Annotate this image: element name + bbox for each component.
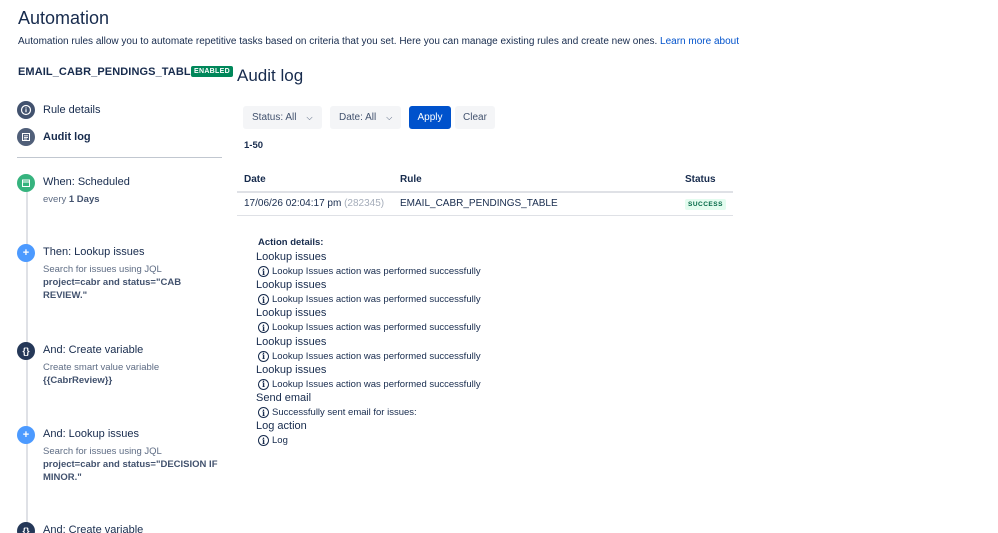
table-row-divider [237,215,733,216]
action-message: Lookup Issues action was performed succe… [272,350,481,362]
nav-label-audit-log: Audit log [43,131,91,143]
page-title: Automation [18,8,110,28]
action-entry: Log action i Log [256,420,307,447]
action-name: Lookup issues [256,335,327,348]
step-description: Search for issues using JQL project=cabr … [43,264,182,301]
braces-icon: {} [17,522,35,533]
step-title: And: Create variable [43,344,144,356]
column-header-date[interactable]: Date [244,174,266,185]
action-entry: Lookup issues i Lookup Issues action was p… [256,251,481,277]
step-description: Create smart value variable {{CabrReview}… [43,362,160,386]
info-icon: i [258,322,269,334]
clear-button[interactable]: Clear [455,106,495,129]
audit-log-title: Audit log [237,66,304,85]
action-entry: Send email i Successfully sent email for i… [256,392,417,418]
action-message: Lookup Issues action was performed succe… [272,378,481,390]
date-filter-dropdown[interactable]: Date: All ⌵ [330,106,402,129]
nav-divider [17,157,222,158]
info-icon [17,101,35,119]
row-date: 17/06/26 02:04:17 pm (282345) [244,198,385,209]
step-title: And: Lookup issues [43,428,140,440]
rule-name: EMAIL_CABR_PENDINGS_TABLE [18,66,199,78]
nav-label-rule-details: Rule details [43,104,101,116]
action-entry: Lookup issues i Lookup Issues action was p… [256,279,481,306]
status-filter-label: Status: All [252,112,297,123]
info-icon: i [258,294,269,306]
action-details-title: Action details: [258,237,324,248]
status-badge: SUCCESS [685,199,726,210]
list-icon [17,128,35,146]
action-name: Lookup issues [256,363,327,376]
description-text: Automation rules allow you to automate r… [18,36,658,47]
action-message-row: i Lookup Issues action was performed succ… [256,378,481,390]
action-message-row: i Lookup Issues action was performed succ… [256,294,481,306]
chevron-down-icon: ⌵ [386,112,393,122]
action-name: Lookup issues [256,251,327,263]
step-title: And: Create variable [43,524,144,533]
action-message-row: i Successfully sent email for issues: [256,407,417,418]
action-message-row: i Lookup Issues action was performed succ… [256,350,481,362]
action-entry: Lookup issues i Lookup Issues action was p… [256,307,481,334]
action-message-row: i Log [256,435,307,447]
info-icon: i [258,350,269,362]
plus-icon: + [17,426,35,444]
status-filter-dropdown[interactable]: Status: All ⌵ [243,106,322,129]
action-name: Send email [256,392,312,404]
action-message: Log [272,435,288,447]
table-header-divider [237,191,733,193]
step-title: When: Scheduled [43,176,130,188]
page-description: Automation rules allow you to automate r… [18,36,739,47]
info-icon: i [258,378,269,390]
row-id: (282345) [344,198,385,209]
step-description: Search for issues using JQL project=cabr … [43,446,218,483]
action-message: Lookup Issues action was performed succe… [272,294,481,306]
info-icon: i [258,266,269,277]
nav-item-audit-log[interactable]: Audit log [17,128,91,146]
nav-item-rule-details[interactable]: Rule details [17,101,100,119]
action-message: Lookup Issues action was performed succe… [272,322,481,334]
column-header-rule[interactable]: Rule [400,174,422,185]
action-name: Lookup issues [256,279,327,292]
step-title: Then: Lookup issues [43,246,145,258]
row-rule: EMAIL_CABR_PENDINGS_TABLE [400,198,558,209]
result-range: 1-50 [244,140,264,151]
step-description: every 1 Days [43,194,100,205]
action-entry: Lookup issues i Lookup Issues action was p… [256,336,481,362]
enabled-badge: ENABLED [191,66,233,77]
action-message-row: i Lookup Issues action was performed succ… [256,266,481,277]
action-name: Lookup issues [256,307,327,320]
action-message: Lookup Issues action was performed succe… [272,266,481,277]
action-message-row: i Lookup Issues action was performed succ… [256,322,481,334]
date-filter-label: Date: All [339,112,377,123]
calendar-icon [17,174,35,192]
info-icon: i [258,407,269,418]
learn-more-link[interactable]: Learn more about [660,36,739,47]
plus-icon: + [17,244,35,262]
action-message: Successfully sent email for issues: [272,407,417,418]
column-header-status[interactable]: Status [685,174,716,185]
action-name: Log action [256,420,307,433]
chevron-down-icon: ⌵ [306,112,313,122]
action-entry: Lookup issues i Lookup Issues action was p… [256,364,481,390]
info-icon: i [258,435,269,447]
braces-icon: {} [17,342,35,360]
apply-button[interactable]: Apply [409,106,451,129]
